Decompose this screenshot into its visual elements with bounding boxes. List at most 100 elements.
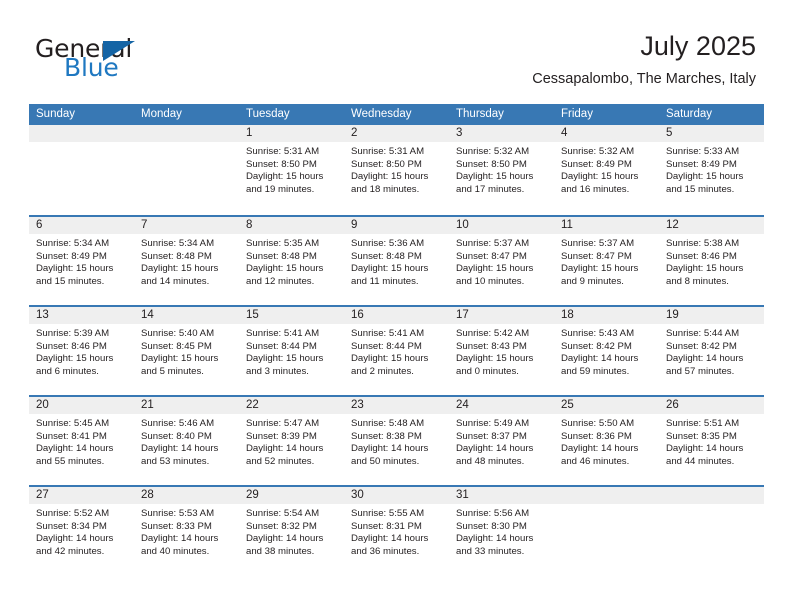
daylight-text-cont: and 3 minutes. <box>246 365 309 377</box>
sunset-text: Sunset: 8:44 PM <box>246 340 317 352</box>
day-cell[interactable]: 20 Sunrise: 5:45 AM Sunset: 8:41 PM Dayligh… <box>29 397 134 485</box>
day-cell-details: Sunrise: 5:33 AM Sunset: 8:49 PM Daylight:… <box>659 142 764 196</box>
day-cell-details: Sunrise: 5:44 AM Sunset: 8:42 PM Daylight:… <box>659 324 764 378</box>
day-cell-details: Sunrise: 5:40 AM Sunset: 8:45 PM Daylight:… <box>134 324 239 378</box>
day-cell[interactable]: 8 Sunrise: 5:35 AM Sunset: 8:48 PM Daylight… <box>239 217 344 305</box>
sunrise-text: Sunrise: 5:37 AM <box>561 238 635 249</box>
day-cell[interactable]: 29 Sunrise: 5:54 AM Sunset: 8:32 PM Dayligh… <box>239 487 344 575</box>
day-cell[interactable]: 6 Sunrise: 5:34 AM Sunset: 8:49 PM Daylight… <box>29 217 134 305</box>
day-number-band <box>29 125 134 142</box>
daylight-text: Daylight: 14 hours <box>456 533 534 545</box>
day-cell[interactable]: 24 Sunrise: 5:49 AM Sunset: 8:37 PM Dayligh… <box>449 397 554 485</box>
daylight-text: Daylight: 14 hours <box>561 353 639 365</box>
day-cell[interactable]: 25 Sunrise: 5:50 AM Sunset: 8:36 PM Dayligh… <box>554 397 659 485</box>
day-cell[interactable]: 14 Sunrise: 5:40 AM Sunset: 8:45 PM Dayligh… <box>134 307 239 395</box>
sunset-text: Sunset: 8:42 PM <box>666 340 737 352</box>
day-cell[interactable]: 13 Sunrise: 5:39 AM Sunset: 8:46 PM Dayligh… <box>29 307 134 395</box>
day-cell[interactable]: 12 Sunrise: 5:38 AM Sunset: 8:46 PM Dayligh… <box>659 217 764 305</box>
weekday-header-sunday: Sunday <box>36 108 76 120</box>
day-cell[interactable]: 15 Sunrise: 5:41 AM Sunset: 8:44 PM Dayligh… <box>239 307 344 395</box>
daylight-text-cont: and 33 minutes. <box>456 545 525 557</box>
day-cell[interactable]: 17 Sunrise: 5:42 AM Sunset: 8:43 PM Dayligh… <box>449 307 554 395</box>
day-cell[interactable]: 7 Sunrise: 5:34 AM Sunset: 8:48 PM Daylight… <box>134 217 239 305</box>
day-cell[interactable]: 4 Sunrise: 5:32 AM Sunset: 8:49 PM Daylight… <box>554 125 659 215</box>
day-cell-empty <box>29 125 134 215</box>
day-cell-details: Sunrise: 5:53 AM Sunset: 8:33 PM Daylight:… <box>134 504 239 558</box>
daylight-text-cont: and 50 minutes. <box>351 455 420 467</box>
day-cell[interactable]: 11 Sunrise: 5:37 AM Sunset: 8:47 PM Dayligh… <box>554 217 659 305</box>
day-number: 9 <box>351 219 358 231</box>
day-cell[interactable]: 21 Sunrise: 5:46 AM Sunset: 8:40 PM Dayligh… <box>134 397 239 485</box>
day-cell-details: Sunrise: 5:47 AM Sunset: 8:39 PM Daylight:… <box>239 414 344 468</box>
day-number: 18 <box>561 309 574 321</box>
sunset-text: Sunset: 8:46 PM <box>666 250 737 262</box>
daylight-text: Daylight: 15 hours <box>246 171 324 183</box>
day-cell[interactable]: 26 Sunrise: 5:51 AM Sunset: 8:35 PM Dayligh… <box>659 397 764 485</box>
daylight-text: Daylight: 14 hours <box>456 443 534 455</box>
day-number-band: 17 <box>449 307 554 324</box>
calendar-week-row: 27 Sunrise: 5:52 AM Sunset: 8:34 PM Dayligh… <box>29 485 764 575</box>
daylight-text-cont: and 38 minutes. <box>246 545 315 557</box>
day-number: 31 <box>456 489 469 501</box>
day-cell[interactable]: 22 Sunrise: 5:47 AM Sunset: 8:39 PM Dayligh… <box>239 397 344 485</box>
daylight-text-cont: and 16 minutes. <box>561 183 630 195</box>
daylight-text-cont: and 42 minutes. <box>36 545 105 557</box>
day-cell[interactable]: 18 Sunrise: 5:43 AM Sunset: 8:42 PM Dayligh… <box>554 307 659 395</box>
day-number-band: 19 <box>659 307 764 324</box>
day-number: 12 <box>666 219 679 231</box>
weekday-header-wednesday: Wednesday <box>351 108 412 120</box>
day-number-band: 23 <box>344 397 449 414</box>
day-cell[interactable]: 9 Sunrise: 5:36 AM Sunset: 8:48 PM Daylight… <box>344 217 449 305</box>
day-cell[interactable]: 30 Sunrise: 5:55 AM Sunset: 8:31 PM Dayligh… <box>344 487 449 575</box>
day-cell-details: Sunrise: 5:34 AM Sunset: 8:48 PM Daylight:… <box>134 234 239 288</box>
day-cell[interactable]: 5 Sunrise: 5:33 AM Sunset: 8:49 PM Daylight… <box>659 125 764 215</box>
day-number-band: 9 <box>344 217 449 234</box>
calendar-grid: Sunday Monday Tuesday Wednesday Thursday Frid… <box>29 104 764 575</box>
sunrise-text: Sunrise: 5:36 AM <box>351 238 425 249</box>
sunset-text: Sunset: 8:50 PM <box>456 158 527 170</box>
day-cell[interactable]: 2 Sunrise: 5:31 AM Sunset: 8:50 PM Daylight… <box>344 125 449 215</box>
day-cell[interactable]: 27 Sunrise: 5:52 AM Sunset: 8:34 PM Dayligh… <box>29 487 134 575</box>
sunrise-text: Sunrise: 5:32 AM <box>561 146 635 157</box>
day-number: 5 <box>666 127 673 139</box>
sunrise-text: Sunrise: 5:47 AM <box>246 418 320 429</box>
sunset-text: Sunset: 8:48 PM <box>246 250 317 262</box>
day-number: 29 <box>246 489 259 501</box>
day-number: 24 <box>456 399 469 411</box>
calendar-week-row: 1 Sunrise: 5:31 AM Sunset: 8:50 PM Daylight… <box>29 125 764 215</box>
day-number: 16 <box>351 309 364 321</box>
day-cell[interactable]: 23 Sunrise: 5:48 AM Sunset: 8:38 PM Dayligh… <box>344 397 449 485</box>
day-cell[interactable]: 19 Sunrise: 5:44 AM Sunset: 8:42 PM Dayligh… <box>659 307 764 395</box>
day-cell[interactable]: 3 Sunrise: 5:32 AM Sunset: 8:50 PM Daylight… <box>449 125 554 215</box>
day-number: 8 <box>246 219 253 231</box>
daylight-text-cont: and 40 minutes. <box>141 545 210 557</box>
day-cell-details: Sunrise: 5:37 AM Sunset: 8:47 PM Daylight:… <box>554 234 659 288</box>
sunrise-text: Sunrise: 5:48 AM <box>351 418 425 429</box>
day-cell[interactable]: 28 Sunrise: 5:53 AM Sunset: 8:33 PM Dayligh… <box>134 487 239 575</box>
calendar-page: General Blue July 2025 Cessapalombo, The… <box>0 0 792 612</box>
daylight-text: Daylight: 15 hours <box>456 353 534 365</box>
day-number-band: 26 <box>659 397 764 414</box>
sunset-text: Sunset: 8:35 PM <box>666 430 737 442</box>
daylight-text-cont: and 59 minutes. <box>561 365 630 377</box>
daylight-text-cont: and 14 minutes. <box>141 275 210 287</box>
page-header: General Blue July 2025 Cessapalombo, The… <box>0 0 792 100</box>
day-cell-details: Sunrise: 5:31 AM Sunset: 8:50 PM Daylight:… <box>239 142 344 196</box>
day-cell[interactable]: 16 Sunrise: 5:41 AM Sunset: 8:44 PM Dayligh… <box>344 307 449 395</box>
day-number-band: 18 <box>554 307 659 324</box>
day-cell[interactable]: 31 Sunrise: 5:56 AM Sunset: 8:30 PM Dayligh… <box>449 487 554 575</box>
sunset-text: Sunset: 8:48 PM <box>141 250 212 262</box>
daylight-text: Daylight: 15 hours <box>666 263 744 275</box>
day-number-band <box>554 487 659 504</box>
weekday-header-row: Sunday Monday Tuesday Wednesday Thursday Frid… <box>29 104 764 125</box>
day-number-band: 29 <box>239 487 344 504</box>
day-number-band: 5 <box>659 125 764 142</box>
day-cell[interactable]: 10 Sunrise: 5:37 AM Sunset: 8:47 PM Dayligh… <box>449 217 554 305</box>
sunset-text: Sunset: 8:30 PM <box>456 520 527 532</box>
sunset-text: Sunset: 8:31 PM <box>351 520 422 532</box>
daylight-text-cont: and 0 minutes. <box>456 365 519 377</box>
sunrise-text: Sunrise: 5:49 AM <box>456 418 530 429</box>
daylight-text-cont: and 17 minutes. <box>456 183 525 195</box>
daylight-text: Daylight: 15 hours <box>351 263 429 275</box>
day-cell[interactable]: 1 Sunrise: 5:31 AM Sunset: 8:50 PM Daylight… <box>239 125 344 215</box>
